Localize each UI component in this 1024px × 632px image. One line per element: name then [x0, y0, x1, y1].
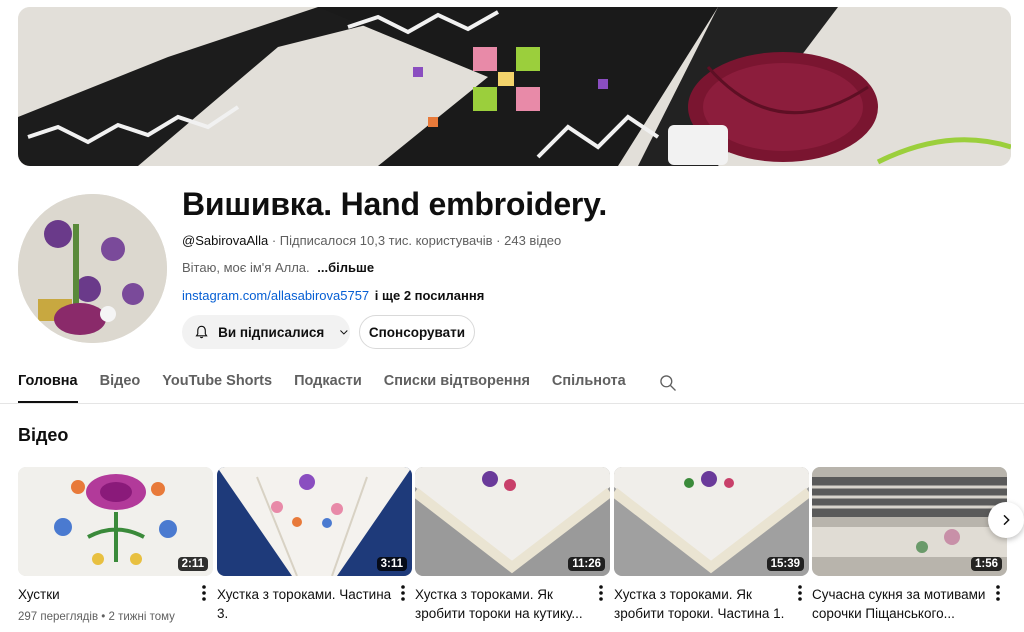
video-thumbnail[interactable]: 1:56 — [812, 467, 1007, 576]
more-vert-icon[interactable] — [795, 584, 805, 602]
meta-separator: · — [496, 233, 501, 248]
video-thumbnail[interactable]: 11:26 — [415, 467, 610, 576]
more-vert-icon[interactable] — [993, 584, 1003, 602]
instagram-link[interactable]: instagram.com/allasabirova5757 — [182, 288, 369, 303]
channel-meta: @SabirovaAlla · Підписалося 10,3 тис. ко… — [182, 233, 561, 248]
tab-home[interactable]: Головна — [18, 364, 78, 404]
more-vert-icon[interactable] — [596, 584, 606, 602]
subscribed-button[interactable]: Ви підписалися — [182, 315, 350, 349]
subscriber-count: Підписалося 10,3 тис. користувачів — [279, 233, 493, 248]
channel-handle: @SabirovaAlla — [182, 233, 269, 248]
subscribed-label: Ви підписалися — [218, 324, 325, 340]
sponsor-label: Спонсорувати — [368, 324, 466, 340]
tab-podcasts[interactable]: Подкасти — [294, 364, 362, 404]
video-card[interactable]: 2:11 Хустки 297 переглядів • 2 тижні том… — [18, 467, 213, 623]
video-views: 297 переглядів — [18, 611, 99, 623]
video-duration: 11:26 — [568, 557, 605, 571]
description-text: Вітаю, моє ім'я Алла. — [182, 260, 310, 275]
tabs-divider — [0, 403, 1024, 404]
video-title[interactable]: Хустки — [18, 585, 196, 604]
video-thumbnail[interactable]: 15:39 — [614, 467, 809, 576]
video-age: 2 тижні тому — [108, 611, 175, 623]
video-meta: 297 переглядів • 2 тижні тому — [18, 611, 175, 623]
video-count: 243 відео — [504, 233, 562, 248]
tab-playlists[interactable]: Списки відтворення — [384, 364, 530, 404]
tab-shorts[interactable]: YouTube Shorts — [162, 364, 272, 404]
channel-links: instagram.com/allasabirova5757 і ще 2 по… — [182, 288, 484, 303]
more-vert-icon[interactable] — [199, 584, 209, 602]
chevron-down-icon — [340, 330, 348, 335]
tab-community[interactable]: Спільнота — [552, 364, 626, 404]
video-card[interactable]: 15:39 Хустка з тороками. Як зробити торо… — [614, 467, 809, 621]
video-card[interactable]: 11:26 Хустка з тороками. Як зробити торо… — [415, 467, 610, 621]
meta-separator: • — [101, 611, 109, 623]
tab-videos[interactable]: Відео — [100, 364, 141, 404]
video-duration: 1:56 — [970, 557, 1002, 571]
video-duration: 15:39 — [766, 557, 804, 571]
extra-links[interactable]: і ще 2 посилання — [375, 288, 485, 303]
search-icon[interactable] — [658, 373, 678, 393]
video-card[interactable]: 3:11 Хустка з тороками. Частина 3. — [217, 467, 412, 621]
channel-banner — [18, 7, 1011, 166]
video-title[interactable]: Хустка з тороками. Як зробити тороки. Ча… — [614, 585, 792, 623]
section-title: Відео — [18, 425, 69, 445]
video-thumbnail[interactable]: 3:11 — [217, 467, 412, 576]
video-card[interactable]: 1:56 Сучасна сукня за мотивами сорочки П… — [812, 467, 1007, 621]
video-title[interactable]: Хустка з тороками. Частина 3. — [217, 585, 395, 623]
video-title[interactable]: Сучасна сукня за мотивами сорочки Піщанс… — [812, 585, 990, 623]
next-button[interactable] — [988, 502, 1024, 538]
video-duration: 3:11 — [376, 557, 407, 571]
bell-icon — [195, 325, 208, 339]
channel-tabs: Головна Відео YouTube Shorts Подкасти Сп… — [18, 364, 678, 404]
channel-title: Вишивка. Hand embroidery. — [182, 186, 608, 222]
more-vert-icon[interactable] — [398, 584, 408, 602]
channel-description[interactable]: Вітаю, моє ім'я Алла. ...більше — [182, 260, 374, 275]
video-title[interactable]: Хустка з тороками. Як зробити тороки на … — [415, 585, 593, 623]
video-thumbnail[interactable]: 2:11 — [18, 467, 213, 576]
meta-separator: · — [271, 233, 277, 248]
channel-avatar[interactable] — [18, 194, 167, 343]
more-link[interactable]: ...більше — [317, 260, 374, 275]
chevron-right-icon — [1003, 514, 1010, 526]
sponsor-button[interactable]: Спонсорувати — [359, 315, 475, 349]
video-duration: 2:11 — [177, 557, 208, 571]
